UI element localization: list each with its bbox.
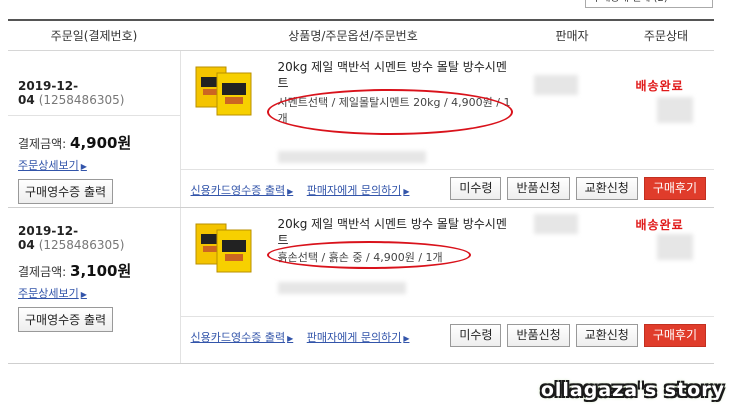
- payment-number: (1258486305): [38, 92, 125, 107]
- order-date-block: 2019-12-04 (1258486305): [18, 51, 170, 115]
- order-summary-cell: 2019-12-04 (1258486305) 결제금액: 4,900원 주문상세…: [8, 50, 181, 208]
- action-links: 신용카드영수증 출력 ▶ 판매자에게 문의하기 ▶: [191, 329, 420, 345]
- order-product-cell: 20kg 제일 맥반석 시멘트 방수 몰탈 방수시멘트 흙손선택 / 흙손 중 …: [180, 207, 715, 364]
- header-status: 주문상태: [618, 19, 714, 51]
- seller-name-blurred: [533, 74, 578, 95]
- order-status: 배송완료: [635, 78, 684, 93]
- write-review-button[interactable]: 구매후기: [643, 323, 706, 347]
- status-detail-blurred: [656, 233, 693, 260]
- order-status: 배송완료: [635, 217, 684, 232]
- not-received-button[interactable]: 미수령: [450, 323, 502, 347]
- order-date-block: 2019-12-04 (1258486305): [18, 208, 170, 252]
- payment-amount: 4,900원: [70, 133, 132, 152]
- header-product: 상품명/주문옵션/주문번호: [180, 19, 526, 51]
- order-detail-link[interactable]: 주문상세보기 ▶: [18, 285, 87, 301]
- header-seller: 판매자: [526, 19, 618, 51]
- order-summary-cell: 2019-12-04 (1258486305) 결제금액: 3,100원 주문상세…: [8, 207, 181, 364]
- not-received-button[interactable]: 미수령: [450, 176, 502, 200]
- product-image[interactable]: [195, 218, 253, 274]
- action-buttons: 미수령 반품신청 교환신청 구매후기: [450, 323, 706, 347]
- product-name[interactable]: 20kg 제일 맥반석 시멘트 방수 몰탈 방수시멘트: [278, 59, 513, 91]
- action-bar: 신용카드영수증 출력 ▶ 판매자에게 문의하기 ▶ 미수령 반품신청 교환신청 구매…: [180, 315, 714, 354]
- seller-name-blurred: [533, 213, 578, 234]
- contact-seller-link[interactable]: 판매자에게 문의하기 ▶: [307, 331, 410, 344]
- order-detail-link[interactable]: 주문상세보기 ▶: [18, 157, 87, 173]
- exchange-request-button[interactable]: 교환신청: [575, 176, 638, 200]
- payment-amount-line: 결제금액: 4,900원: [18, 132, 170, 153]
- payment-number: (1258486305): [38, 237, 125, 252]
- return-request-button[interactable]: 반품신청: [507, 323, 570, 347]
- action-links: 신용카드영수증 출력 ▶ 판매자에게 문의하기 ▶: [191, 182, 420, 198]
- order-product-cell: 20kg 제일 맥반석 시멘트 방수 몰탈 방수시멘트 시멘트선택 / 제일몰탈…: [180, 50, 715, 208]
- arrow-right-icon: ▶: [80, 289, 87, 299]
- divider: [8, 114, 180, 116]
- payment-amount-line: 결제금액: 3,100원: [18, 260, 170, 281]
- print-receipt-button[interactable]: 구매영수증 출력: [18, 178, 114, 204]
- product-area: 20kg 제일 맥반석 시멘트 방수 몰탈 방수시멘트 흙손선택 / 흙손 중 …: [181, 208, 715, 316]
- return-request-button[interactable]: 반품신청: [507, 176, 570, 200]
- order-number-blurred: [277, 281, 406, 294]
- highlight-circle: [266, 240, 471, 269]
- order-row: 2019-12-04 (1258486305) 결제금액: 3,100원 주문상세…: [8, 207, 715, 364]
- action-buttons: 미수령 반품신청 교환신청 구매후기: [450, 176, 706, 200]
- payment-label: 결제금액:: [18, 136, 67, 151]
- write-review-button[interactable]: 구매후기: [643, 176, 706, 200]
- payment-amount: 3,100원: [70, 261, 132, 280]
- payment-label: 결제금액:: [18, 264, 67, 279]
- order-number-blurred: [277, 150, 426, 163]
- highlight-circle: [266, 88, 513, 135]
- header-order-date: 주문일(결제번호): [8, 19, 180, 51]
- order-table: 주문일(결제번호) 상품명/주문옵션/주문번호 판매자 주문상태 2019-12…: [8, 19, 714, 364]
- print-receipt-button[interactable]: 구매영수증 출력: [18, 306, 114, 332]
- arrow-right-icon: ▶: [80, 161, 87, 171]
- action-bar: 신용카드영수증 출력 ▶ 판매자에게 문의하기 ▶ 미수령 반품신청 교환신청 구매…: [180, 168, 714, 207]
- product-image[interactable]: [195, 61, 253, 117]
- watermark-text: ollagaza's story: [540, 379, 725, 401]
- card-receipt-link[interactable]: 신용카드영수증 출력 ▶: [191, 184, 294, 197]
- card-receipt-link[interactable]: 신용카드영수증 출력 ▶: [191, 331, 294, 344]
- exchange-request-button[interactable]: 교환신청: [575, 323, 638, 347]
- status-detail-blurred: [656, 96, 693, 123]
- product-area: 20kg 제일 맥반석 시멘트 방수 몰탈 방수시멘트 시멘트선택 / 제일몰탈…: [181, 51, 715, 169]
- top-bar: 구매상태 전체 (2): [0, 0, 733, 12]
- table-header-row: 주문일(결제번호) 상품명/주문옵션/주문번호 판매자 주문상태: [8, 19, 714, 51]
- contact-seller-link[interactable]: 판매자에게 문의하기 ▶: [307, 184, 410, 197]
- order-row: 2019-12-04 (1258486305) 결제금액: 4,900원 주문상세…: [8, 50, 715, 208]
- purchase-status-dropdown[interactable]: 구매상태 전체 (2): [585, 0, 713, 8]
